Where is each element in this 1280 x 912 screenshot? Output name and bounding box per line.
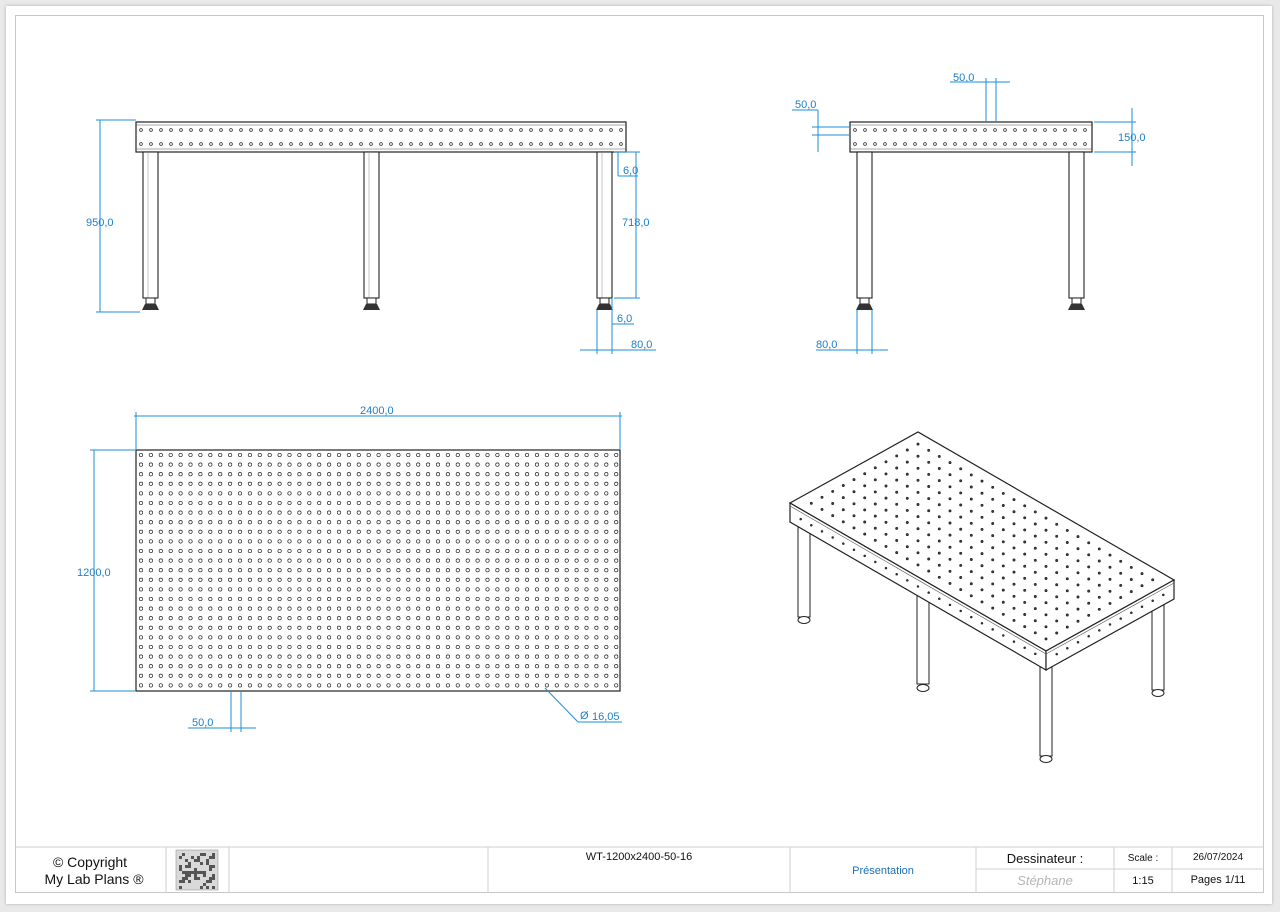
designer-name: Stéphane: [1017, 873, 1073, 888]
dim-top-length: 2400,0: [360, 405, 394, 417]
front-view: 950,0 718,0 6,0 6,0 80,0: [86, 119, 656, 354]
dim-side-thickness: 150,0: [1118, 132, 1146, 144]
scale-label: Scale :: [1127, 853, 1159, 864]
side-view: 50,0 50,0 150,0 80,0: [792, 72, 1146, 354]
page-count: Pages 1/11: [1190, 874, 1246, 886]
side-leg-right: [1068, 151, 1085, 310]
drawing-reference: WT-1200x2400-50-16: [585, 851, 693, 863]
front-leg-middle: [363, 151, 380, 310]
copyright-text: © Copyright: [52, 854, 128, 870]
technical-drawing: 950,0 718,0 6,0 6,0 80,0 50,0 50,0 150,0…: [16, 72, 1264, 892]
dim-front-height: 950,0: [86, 217, 114, 229]
dim-foot-gap-bottom: 6,0: [617, 313, 632, 325]
dim-hole-diameter: 16,05: [592, 711, 620, 723]
dim-leg-height: 718,0: [622, 217, 650, 229]
dim-leg-width-front: 80,0: [631, 339, 652, 351]
company-name: My Lab Plans ®: [44, 871, 144, 887]
sheet-title: Présentation: [852, 865, 914, 877]
side-leg-left: [856, 151, 873, 310]
dim-top-width: 1200,0: [77, 567, 111, 579]
isometric-view: [788, 431, 1176, 763]
dim-foot-gap-top: 6,0: [623, 165, 638, 177]
drawing-date: 26/07/2024: [1192, 852, 1244, 863]
dim-side-hole-left: 50,0: [795, 99, 816, 111]
dim-side-hole-top: 50,0: [953, 72, 974, 84]
front-leg-left: [142, 151, 159, 310]
front-leg-right: [596, 151, 613, 310]
designer-label: Dessinateur :: [1006, 851, 1084, 866]
scale-value: 1:15: [1132, 875, 1154, 887]
hole-diameter-symbol: Ø: [580, 710, 589, 722]
top-view: 2400,0 1200,0 50,0 Ø 16,05: [77, 405, 622, 732]
dim-leg-width-side: 80,0: [816, 339, 837, 351]
qr-code-stamp: [175, 849, 219, 891]
dim-hole-pitch: 50,0: [192, 717, 213, 729]
